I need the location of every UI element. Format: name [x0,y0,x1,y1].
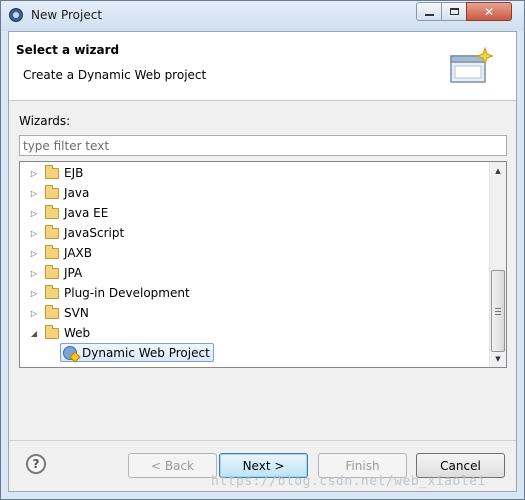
scroll-thumb[interactable] [491,270,505,352]
folder-icon [45,224,59,239]
tree-item-jaxb[interactable]: ▷ JAXB [29,243,92,263]
window-title: New Project [31,8,103,22]
tree-item-label: JPA [64,266,83,280]
tree-item-web[interactable]: ◢ Web [29,323,90,343]
expand-arrow-icon[interactable]: ▷ [29,308,39,318]
title-bar[interactable]: New Project ✕ [1,1,524,31]
expand-arrow-icon[interactable]: ▷ [29,268,39,278]
tree-item-svn[interactable]: ▷ SVN [29,303,89,323]
tree-item-label: Dynamic Web Project [82,345,210,360]
tree-item-ejb[interactable]: ▷ EJB [29,163,83,183]
tree-item-label: Web [64,326,91,340]
expand-arrow-icon[interactable]: ▷ [29,248,39,258]
tree-item-java-ee[interactable]: ▷ Java EE [29,203,108,223]
scroll-down-icon[interactable]: ▼ [490,350,506,367]
help-button[interactable]: ? [26,454,46,474]
page-title: Select a wizard [16,43,120,57]
tree-item-javascript[interactable]: ▷ JavaScript [29,223,124,243]
new-wizard-banner-icon [450,46,493,83]
maximize-icon [449,8,459,15]
expand-arrow-icon[interactable]: ▷ [29,188,39,198]
grip-icon [495,307,501,315]
back-button[interactable]: < Back [128,453,217,478]
folder-icon [45,304,59,319]
eclipse-icon [9,8,23,22]
folder-icon [45,284,59,299]
folder-icon [45,264,59,279]
wizards-label: Wizards: [19,114,71,128]
minimize-icon [424,13,434,16]
watermark: https://blog.csdn.net/web_xiaolei [211,474,486,489]
close-button[interactable]: ✕ [466,2,512,21]
new-project-window: New Project ✕ Select a wizard Create a D… [0,0,525,500]
expand-arrow-icon[interactable]: ▷ [29,168,39,178]
folder-icon [45,164,59,179]
expand-arrow-icon[interactable]: ▷ [29,288,39,298]
wizard-header: Select a wizard Create a Dynamic Web pro… [9,32,516,101]
tree-item-label: JavaScript [64,226,125,240]
tree-item-plugin-development[interactable]: ▷ Plug-in Development [29,283,190,303]
tree-item-java[interactable]: ▷ Java [29,183,89,203]
dialog-content: Select a wizard Create a Dynamic Web pro… [8,31,517,492]
vertical-scrollbar[interactable]: ▲ ▼ [489,162,506,367]
tree-item-label: Java EE [64,206,109,220]
tree-item-label: SVN [64,306,89,320]
page-description: Create a Dynamic Web project [23,68,207,82]
folder-icon [45,184,59,199]
maximize-button[interactable] [441,2,467,21]
tree-item-label: EJB [64,166,84,180]
tree-item-label: JAXB [64,246,92,260]
help-icon: ? [32,457,40,471]
close-icon: ✕ [483,4,495,19]
expand-arrow-icon[interactable]: ▷ [29,228,39,238]
tree-item-label: Java [64,186,90,200]
folder-icon [45,244,59,259]
wizard-tree[interactable]: ▷ EJB ▷ Java ▷ Java EE ▷ JavaScript ▷ JA… [19,161,507,368]
folder-icon [45,324,59,339]
tree-item-label: Plug-in Development [64,286,190,300]
scroll-up-icon[interactable]: ▲ [490,162,506,179]
button-bar-separator [9,440,516,441]
tree-item-dynamic-web-project[interactable]: Dynamic Web Project [60,343,214,362]
expand-arrow-icon[interactable]: ▷ [29,208,39,218]
tree-item-jpa[interactable]: ▷ JPA [29,263,82,283]
folder-icon [45,204,59,219]
web-project-icon [63,345,77,360]
filter-input[interactable] [19,135,507,156]
collapse-arrow-icon[interactable]: ◢ [29,328,39,338]
minimize-button[interactable] [416,2,442,21]
